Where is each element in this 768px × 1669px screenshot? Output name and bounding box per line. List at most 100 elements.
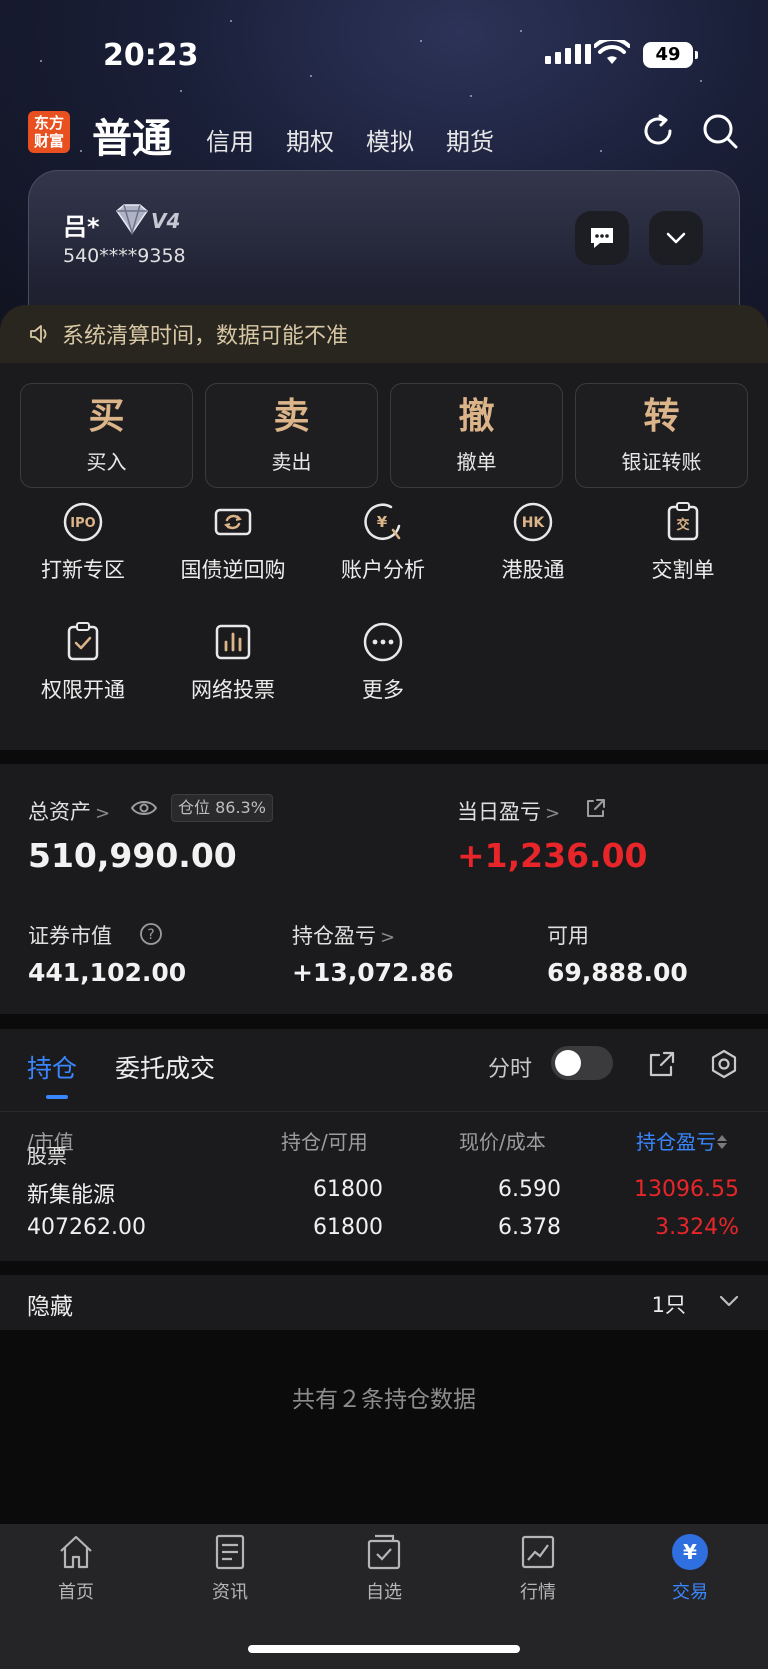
- tab-normal[interactable]: 普通: [92, 106, 172, 164]
- account-number: 540****9358: [63, 245, 186, 267]
- grid-item-hk-connect[interactable]: HK 港股通: [458, 500, 608, 584]
- market-value-text: 证券市值: [28, 924, 112, 948]
- total-assets-label[interactable]: 总资产 >: [28, 796, 110, 826]
- col-quantity[interactable]: 持仓/可用: [281, 1126, 368, 1155]
- repo-icon: [211, 500, 255, 544]
- col-pl[interactable]: 持仓盈亏: [636, 1126, 728, 1155]
- stock-name: 新集能源: [27, 1183, 116, 1208]
- hidden-label: 隐藏: [27, 1294, 73, 1320]
- grid-label-analysis: 账户分析: [341, 558, 425, 582]
- eye-icon[interactable]: [130, 798, 158, 822]
- nav-market[interactable]: 行情: [498, 1532, 578, 1604]
- holdings-count-message: 共有２条持仓数据: [292, 1387, 476, 1413]
- tab-simulation[interactable]: 模拟: [366, 122, 414, 157]
- settings-icon[interactable]: [708, 1048, 740, 1084]
- share-icon[interactable]: [585, 797, 607, 823]
- expand-account-button[interactable]: [649, 211, 703, 265]
- nav-news[interactable]: 资讯: [190, 1532, 270, 1604]
- active-tab-indicator: [46, 1095, 68, 1099]
- refresh-icon[interactable]: [638, 111, 678, 155]
- holding-pl-percent: 3.324%: [655, 1215, 739, 1240]
- svg-text:¥: ¥: [683, 1540, 697, 1564]
- status-time: 20:23: [103, 38, 199, 73]
- grid-item-repo[interactable]: 国债逆回购: [158, 500, 308, 584]
- nav-watchlist[interactable]: 自选: [344, 1532, 424, 1604]
- nav-home[interactable]: 首页: [36, 1532, 116, 1604]
- tab-futures[interactable]: 期货: [446, 122, 494, 157]
- help-icon[interactable]: ?: [139, 922, 163, 950]
- total-assets-value: 510,990.00: [28, 836, 237, 875]
- cancel-label: 撤单: [456, 450, 497, 474]
- hidden-count: 1只: [651, 1293, 686, 1317]
- tab-credit[interactable]: 信用: [206, 122, 254, 157]
- search-icon[interactable]: [700, 111, 740, 155]
- sell-label: 卖出: [271, 450, 312, 474]
- col-quantity-text: 持仓: [281, 1130, 321, 1154]
- home-indicator: [248, 1645, 520, 1653]
- grid-item-analysis[interactable]: ¥ 账户分析: [308, 500, 458, 584]
- grid-item-more[interactable]: 更多: [308, 620, 458, 704]
- col-quantity-sub: /可用: [321, 1130, 368, 1154]
- nav-watchlist-label: 自选: [366, 1582, 402, 1603]
- export-icon[interactable]: [647, 1049, 677, 1083]
- chat-icon: [591, 228, 613, 248]
- cancel-order-button[interactable]: 撤 撤单: [390, 383, 563, 488]
- trade-panel: 系统清算时间，数据可能不准 买 买入 卖 卖出 撤 撤单 转 银证转账 IPO …: [0, 305, 768, 750]
- buy-button[interactable]: 买 买入: [20, 383, 193, 488]
- tab-orders[interactable]: 委托成交: [115, 1049, 215, 1085]
- market-icon: [521, 1535, 555, 1569]
- holding-pl: 13096.55: [634, 1177, 739, 1202]
- col-stock-text: 股票: [27, 1144, 67, 1168]
- grid-item-ipo[interactable]: IPO 打新专区: [8, 500, 158, 584]
- tab-options[interactable]: 期权: [286, 122, 334, 157]
- holdings-table-header: 股票/市值 持仓/可用 现价/成本 持仓盈亏: [0, 1111, 768, 1171]
- holding-pl-value: +13,072.86: [292, 958, 454, 987]
- hidden-positions-bar[interactable]: 隐藏 1只: [0, 1275, 768, 1330]
- asset-summary: 总资产 > 仓位 86.3% 510,990.00 当日盈亏 > +1,236.00…: [0, 764, 768, 1014]
- grid-label-voting: 网络投票: [191, 678, 275, 702]
- cancel-char: 撤: [458, 395, 495, 437]
- holding-pl-label[interactable]: 持仓盈亏 >: [292, 920, 395, 950]
- ipo-icon: IPO: [61, 500, 105, 544]
- holdings-section: 持仓 委托成交 分时 股票/市值 持仓/可用 现价/成本 持仓盈亏 新集能源 4…: [0, 1029, 768, 1261]
- battery-icon: 49: [643, 42, 698, 68]
- quick-trade-buttons: 买 买入 卖 卖出 撤 撤单 转 银证转账: [20, 383, 748, 488]
- hk-icon: HK: [511, 500, 555, 544]
- account-name: 吕*: [63, 213, 100, 241]
- chevron-right-icon: >: [545, 803, 561, 824]
- message-button[interactable]: [575, 211, 629, 265]
- intraday-toggle[interactable]: [551, 1046, 613, 1080]
- grid-label-permissions: 权限开通: [41, 678, 125, 702]
- total-assets-text: 总资产: [28, 800, 91, 824]
- sell-button[interactable]: 卖 卖出: [205, 383, 378, 488]
- market-value-label: 证券市值: [28, 920, 112, 950]
- grid-item-permissions[interactable]: 权限开通: [8, 620, 158, 704]
- chevron-down-icon: [718, 1293, 740, 1312]
- grid-item-voting[interactable]: 网络投票: [158, 620, 308, 704]
- trade-icon: ¥: [672, 1534, 708, 1570]
- clipboard-check-icon: [61, 620, 105, 664]
- nav-trade[interactable]: ¥ 交易: [650, 1532, 730, 1604]
- position-ratio-badge: 仓位 86.3%: [171, 794, 273, 822]
- bank-transfer-button[interactable]: 转 银证转账: [575, 383, 748, 488]
- watchlist-icon: [367, 1534, 401, 1570]
- chevron-right-icon: >: [380, 927, 396, 948]
- daily-pl-label[interactable]: 当日盈亏 >: [457, 796, 560, 826]
- current-price: 6.590: [498, 1177, 561, 1202]
- grid-label-delivery: 交割单: [651, 558, 715, 582]
- nav-market-label: 行情: [520, 1582, 556, 1603]
- status-bar: 20:23 49: [0, 30, 768, 82]
- table-row[interactable]: 新集能源 407262.00 61800 61800 6.590 6.378 1…: [0, 1177, 768, 1261]
- transfer-char: 转: [643, 395, 680, 437]
- speaker-icon: [30, 325, 47, 343]
- grid-item-delivery[interactable]: 交 交割单: [608, 500, 758, 584]
- col-stock[interactable]: 股票/市值: [27, 1126, 74, 1168]
- available-value: 69,888.00: [547, 958, 688, 987]
- grid-label-more: 更多: [362, 678, 404, 702]
- svg-text:IPO: IPO: [70, 516, 95, 531]
- col-price[interactable]: 现价/成本: [459, 1126, 546, 1155]
- svg-text:¥: ¥: [377, 513, 388, 531]
- top-navigation: 东方 财富 普通 信用 期权 模拟 期货: [0, 108, 768, 168]
- tab-positions[interactable]: 持仓: [27, 1049, 77, 1085]
- buy-label: 买入: [86, 450, 127, 474]
